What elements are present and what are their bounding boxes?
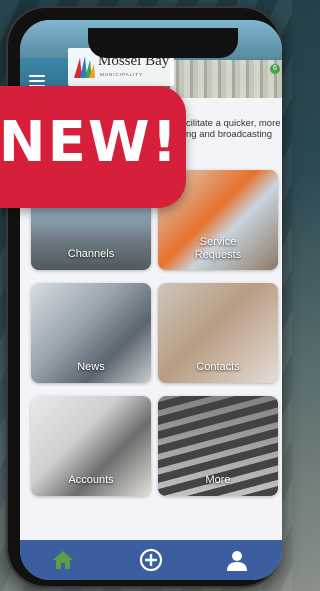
plus-circle-icon[interactable] [138,547,164,573]
tile-label: Accounts [68,474,114,486]
tile-label: Channels [67,248,115,260]
new-promo-banner: NEW! [0,86,186,208]
tile-label: Service Requests [194,236,242,261]
tile-more[interactable]: More [158,396,278,496]
tile-accounts[interactable]: Accounts [31,396,151,496]
tile-label: More [205,474,231,486]
tile-label: News [77,361,105,373]
logo-mark-icon [74,56,95,78]
app-subtitle: MUNICIPALITY [100,72,144,77]
tile-contacts[interactable]: Contacts [158,283,278,383]
notification-badge[interactable]: 6 [270,64,280,74]
user-icon[interactable] [224,547,250,573]
phone-notch [88,28,238,58]
new-banner-text: NEW! [0,110,180,175]
tile-news[interactable]: News [31,283,151,383]
intro-text: cilitate a quicker, more ng and broadcas… [186,118,281,140]
tile-label: Contacts [196,361,240,373]
bottom-navigation [20,540,282,580]
home-icon[interactable] [50,547,76,573]
